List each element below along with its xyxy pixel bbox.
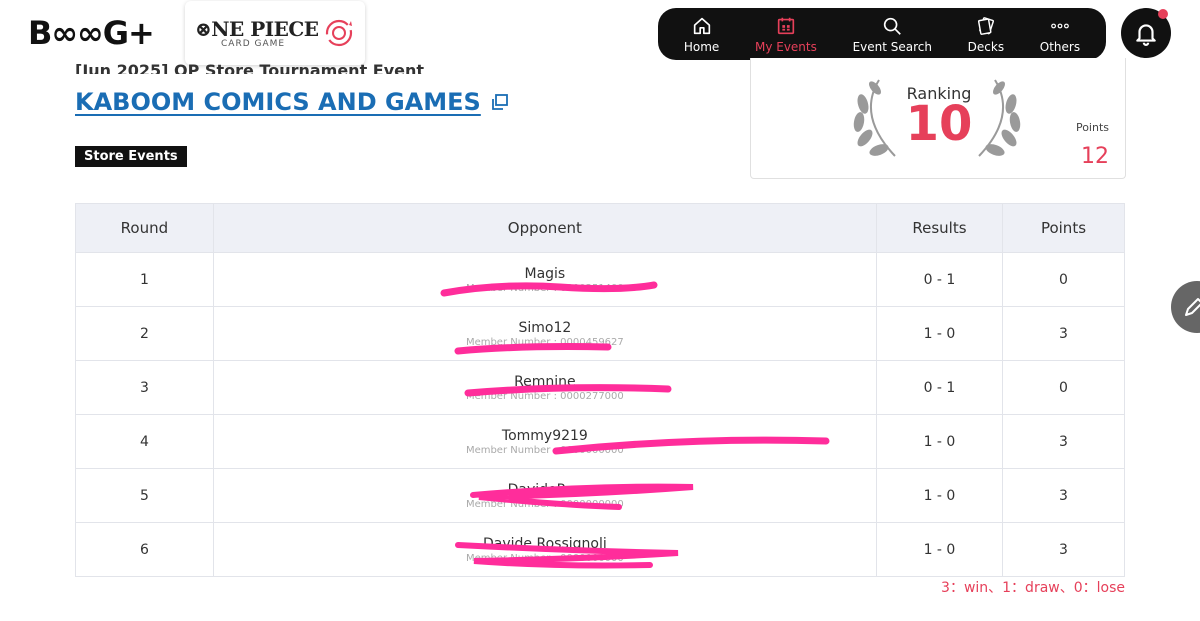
opponent-cell: Davide Rossignoli Member Number : 000000… xyxy=(212,522,877,577)
bell-icon xyxy=(1136,24,1156,46)
nav-event-search-label: Event Search xyxy=(852,39,932,54)
brand-logo[interactable]: B∞∞G+ xyxy=(28,14,155,52)
calendar-icon xyxy=(777,17,795,34)
nav-home[interactable]: Home xyxy=(680,8,723,60)
points-label: Points xyxy=(1075,121,1109,134)
member-number: Member Number : 0000251400 xyxy=(465,282,624,294)
switch-game-icon[interactable] xyxy=(323,17,355,49)
home-icon xyxy=(693,17,710,34)
results-table: Round Opponent Results Points 1 Magis Me… xyxy=(75,203,1126,577)
store-name: KABOOM COMICS AND GAMES xyxy=(75,88,481,116)
game-selector-card[interactable]: ⊗NE PIECE CARD GAME xyxy=(185,1,365,65)
nav-decks[interactable]: Decks xyxy=(964,8,1008,60)
ranking-card: Ranking 10 Points 12 xyxy=(750,58,1126,179)
member-number: Member Number : 0000459627 xyxy=(465,336,624,348)
event-title: [Jun 2025] OP Store Tournament Event xyxy=(75,61,425,74)
page: B∞∞G+ ⊗NE PIECE CARD GAME Home My Events… xyxy=(0,0,1200,621)
cards-icon xyxy=(977,16,994,35)
opponent-cell: Magis Member Number : 0000251400 xyxy=(212,252,877,307)
opponent-name: Tommy9219 xyxy=(501,427,588,444)
points-cell: 3 xyxy=(1001,306,1126,361)
store-link[interactable]: KABOOM COMICS AND GAMES xyxy=(75,88,509,116)
table-row: 5 DavideRox Member Number : 0000000000 1… xyxy=(75,468,1126,523)
main-nav: Home My Events Event Search Decks Others xyxy=(658,8,1106,60)
round-cell: 6 xyxy=(75,522,214,577)
nav-my-events-label: My Events xyxy=(754,39,817,54)
opponent-name: Remnine xyxy=(514,373,576,390)
opponent-cell: DavideRox Member Number : 0000000000 xyxy=(212,468,877,523)
table-row: 6 Davide Rossignoli Member Number : 0000… xyxy=(75,522,1126,577)
external-link-icon xyxy=(491,94,508,110)
nav-my-events[interactable]: My Events xyxy=(751,8,821,60)
points-legend: 3：win、1：draw、0：lose xyxy=(941,580,1125,596)
header-results: Results xyxy=(875,203,1003,253)
game-subtitle: CARD GAME xyxy=(221,39,286,49)
nav-event-search[interactable]: Event Search xyxy=(849,8,936,60)
table-row: 3 Remnine Member Number : 0000277000 0 -… xyxy=(75,360,1126,415)
result-cell: 1 - 0 xyxy=(875,306,1003,361)
game-title: ⊗NE PIECE xyxy=(195,17,319,41)
member-number: Member Number : 0000000000 xyxy=(465,552,624,564)
round-cell: 2 xyxy=(75,306,214,361)
ranking-value: 10 xyxy=(905,96,973,152)
points-cell: 0 xyxy=(1001,252,1126,307)
opponent-name: Magis xyxy=(524,265,566,282)
result-cell: 1 - 0 xyxy=(875,468,1003,523)
header-opponent: Opponent xyxy=(212,203,877,253)
notification-badge xyxy=(1158,9,1168,19)
round-cell: 1 xyxy=(75,252,214,307)
table-header-row: Round Opponent Results Points xyxy=(75,203,1126,253)
table-row: 2 Simo12 Member Number : 0000459627 1 - … xyxy=(75,306,1126,361)
nav-others[interactable]: Others xyxy=(1036,8,1084,60)
result-cell: 0 - 1 xyxy=(875,252,1003,307)
header-points: Points xyxy=(1001,203,1126,253)
opponent-name: Davide Rossignoli xyxy=(483,535,607,552)
nav-decks-label: Decks xyxy=(967,39,1005,54)
result-cell: 0 - 1 xyxy=(875,360,1003,415)
points-value: 12 xyxy=(1081,144,1109,169)
more-icon xyxy=(1051,23,1069,28)
nav-home-label: Home xyxy=(683,39,720,54)
search-icon xyxy=(884,17,902,35)
points-cell: 0 xyxy=(1001,360,1126,415)
round-cell: 5 xyxy=(75,468,214,523)
opponent-name: Simo12 xyxy=(518,319,572,336)
header-round: Round xyxy=(75,203,214,253)
opponent-name: DavideRox xyxy=(507,481,583,498)
points-cell: 3 xyxy=(1001,468,1126,523)
table-row: 1 Magis Member Number : 0000251400 0 - 1… xyxy=(75,252,1126,307)
round-cell: 4 xyxy=(75,414,214,469)
result-cell: 1 - 0 xyxy=(875,414,1003,469)
pencil-icon xyxy=(1185,298,1200,316)
points-cell: 3 xyxy=(1001,522,1126,577)
round-cell: 3 xyxy=(75,360,214,415)
store-events-badge: Store Events xyxy=(75,146,187,167)
member-number: Member Number : 0000277000 xyxy=(465,390,624,402)
result-cell: 1 - 0 xyxy=(875,522,1003,577)
member-number: Member Number : 0000000000 xyxy=(465,498,624,510)
opponent-cell: Tommy9219 Member Number : 0000000000 xyxy=(212,414,877,469)
opponent-cell: Remnine Member Number : 0000277000 xyxy=(212,360,877,415)
member-number: Member Number : 0000000000 xyxy=(465,444,624,456)
points-cell: 3 xyxy=(1001,414,1126,469)
edit-button[interactable] xyxy=(1171,281,1200,333)
nav-others-label: Others xyxy=(1039,39,1081,54)
table-row: 4 Tommy9219 Member Number : 0000000000 1… xyxy=(75,414,1126,469)
opponent-cell: Simo12 Member Number : 0000459627 xyxy=(212,306,877,361)
